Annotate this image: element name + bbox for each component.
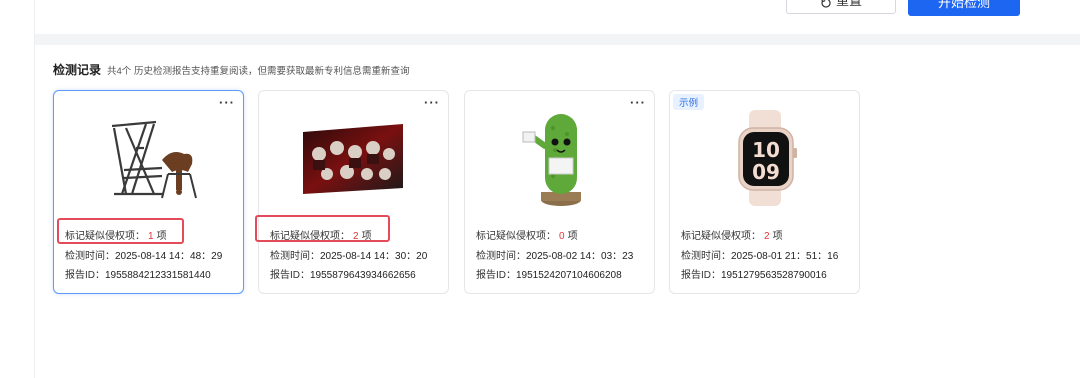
record-card[interactable]: ··· 标记疑似侵权项： 1 项 检测时间：2025-08-14 14：48：2… <box>53 90 244 294</box>
reset-button[interactable]: 重置 <box>786 0 896 14</box>
smartwatch-image: 10 09 <box>670 103 859 213</box>
section-divider <box>35 34 1080 45</box>
risk-count-line: 标记疑似侵权项： 1 项 <box>65 231 167 242</box>
report-id: 1951279563528790016 <box>721 270 827 281</box>
report-id: 1955884212331581440 <box>105 270 211 281</box>
risk-count-line: 标记疑似侵权项： 2 项 <box>681 231 783 242</box>
reset-icon <box>821 0 831 8</box>
start-detection-button[interactable]: 开始检测 <box>908 0 1020 16</box>
records-header: 检测记录 共4个 历史检测报告支持重复阅读，但需要获取最新专利信息需重新查询 <box>53 61 409 78</box>
report-id-line: 报告ID：1951279563528790016 <box>681 270 827 281</box>
record-card[interactable]: ··· 标记疑似侵权项： 0 项 检测时间：2025-08-02 14：03：23 … <box>464 90 655 294</box>
record-card[interactable]: 示例 10 09 标记疑似侵权项： 2 项 检测时间：2025-08-01 21：5… <box>669 90 860 294</box>
left-rail <box>0 0 35 378</box>
risk-count-line: 标记疑似侵权项： 2 项 <box>270 231 372 242</box>
risk-count: 2 <box>353 231 359 242</box>
detect-time-line: 检测时间：2025-08-02 14：03：23 <box>476 251 634 262</box>
records-title: 检测记录 <box>53 63 102 77</box>
saddle-rack-image <box>54 103 243 213</box>
crochet-pickle-image <box>465 103 654 213</box>
horror-poster-image <box>259 103 448 213</box>
start-label: 开始检测 <box>937 0 990 10</box>
report-id: 1955879643934662656 <box>310 270 416 281</box>
risk-count: 0 <box>559 231 565 242</box>
records-note: 共4个 历史检测报告支持重复阅读，但需要获取最新专利信息需重新查询 <box>107 66 410 77</box>
report-id-line: 报告ID：1955884212331581440 <box>65 270 211 281</box>
detect-time-line: 检测时间：2025-08-01 21：51：16 <box>681 251 839 262</box>
report-id: 1951524207104606208 <box>516 270 622 281</box>
svg-text:10: 10 <box>752 138 780 162</box>
filter-bar: 重置 开始检测 <box>35 0 1080 34</box>
detect-time: 2025-08-01 21：51：16 <box>731 251 839 262</box>
detect-time: 2025-08-14 14：30：20 <box>320 251 428 262</box>
record-card[interactable]: ··· 标记疑似侵权项： 2 项 检测时间：2025-08-14 14：30：2… <box>258 90 449 294</box>
report-id-line: 报告ID：1951524207104606208 <box>476 270 622 281</box>
risk-count-line: 标记疑似侵权项： 0 项 <box>476 231 578 242</box>
reset-label: 重置 <box>835 0 862 8</box>
risk-count: 1 <box>148 231 154 242</box>
svg-text:09: 09 <box>752 160 780 184</box>
risk-count: 2 <box>764 231 770 242</box>
detect-time-line: 检测时间：2025-08-14 14：48：29 <box>65 251 223 262</box>
detect-time: 2025-08-14 14：48：29 <box>115 251 223 262</box>
detect-time-line: 检测时间：2025-08-14 14：30：20 <box>270 251 428 262</box>
detect-time: 2025-08-02 14：03：23 <box>526 251 634 262</box>
report-id-line: 报告ID：1955879643934662656 <box>270 270 416 281</box>
